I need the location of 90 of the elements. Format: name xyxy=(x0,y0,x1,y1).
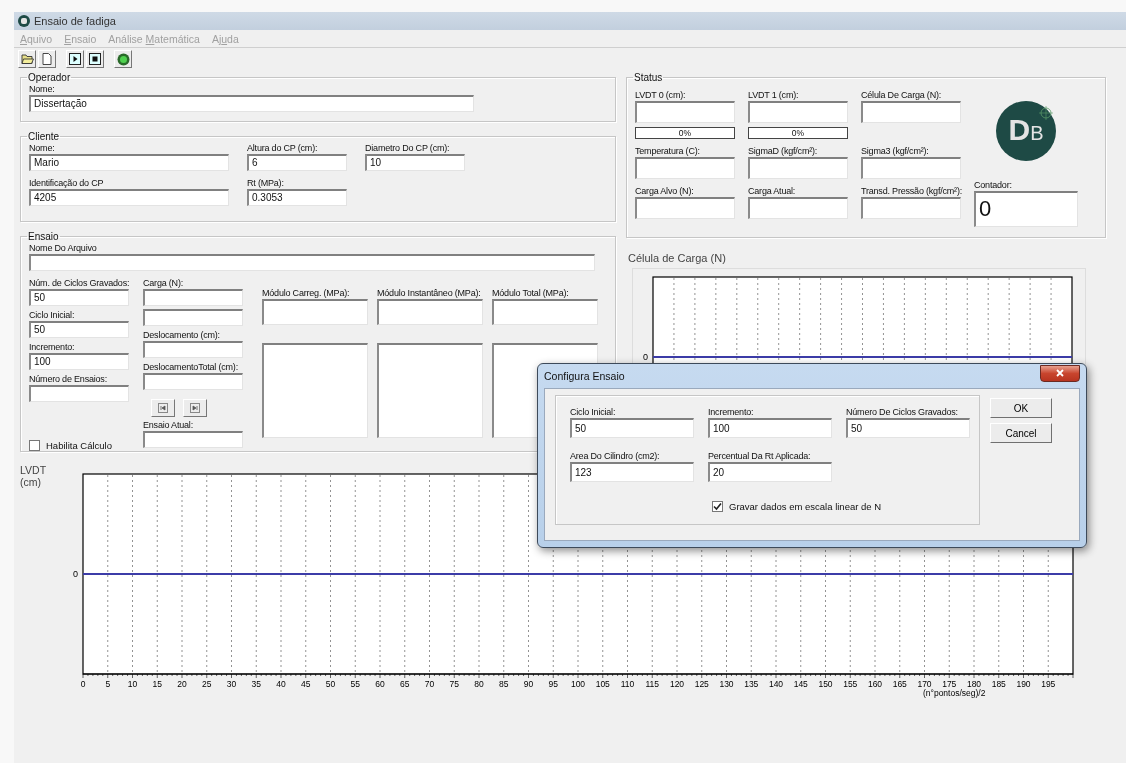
axis-tick-label: 75 xyxy=(449,679,459,689)
field-label: Contador: xyxy=(974,179,1012,191)
axis-tick-label: 150 xyxy=(818,679,833,689)
axis-tick-label: 110 xyxy=(620,679,635,689)
axis-tick-label: 135 xyxy=(744,679,759,689)
axis-tick-label: 40 xyxy=(276,679,286,689)
chart-title: Célula de Carga (N) xyxy=(628,252,727,264)
axis-tick-label: 20 xyxy=(177,679,187,689)
axis-tick-label: 175 xyxy=(942,679,957,689)
axis-tick-label: 0 xyxy=(643,352,648,362)
field-label: Ciclo Inicial: xyxy=(570,406,616,418)
field-label: LVDT 0 (cm): xyxy=(635,89,686,101)
field-label: Rt (MPa): xyxy=(247,177,284,189)
field-label: Altura do CP (cm): xyxy=(247,142,318,154)
axis-tick-label: 15 xyxy=(152,679,162,689)
group-title: Operador xyxy=(27,72,72,83)
field-label: Incremento: xyxy=(29,341,75,353)
progress-reading: 0% xyxy=(677,128,693,138)
field-label: DeslocamentoTotal (cm): xyxy=(143,361,238,373)
axis-tick-label: 65 xyxy=(400,679,410,689)
window-title: Ensaio de fadiga xyxy=(34,15,116,27)
field-label: Carga (N): xyxy=(143,277,183,289)
axis-tick-label: 85 xyxy=(499,679,509,689)
axis-tick-label: 90 xyxy=(523,679,534,689)
axis-tick-label: 35 xyxy=(251,679,261,689)
axis-tick-label: 155 xyxy=(843,679,858,689)
field-label: Area Do Cilindro (cm2): xyxy=(570,450,660,462)
axis-tick-label: 0 xyxy=(73,569,78,579)
group-title: Ensaio xyxy=(27,231,60,242)
field-label: Módulo Total (MPa): xyxy=(492,287,569,299)
group-title: Status xyxy=(633,72,664,83)
field-label: Transd. Pressão (kgf/cm²): xyxy=(861,185,962,197)
field-label: Incremento: xyxy=(708,406,754,418)
field-label: Número de Ensaios: xyxy=(29,373,107,385)
axis-tick-label: 190 xyxy=(1016,679,1031,689)
axis-tick-label: 55 xyxy=(350,679,360,689)
checkbox-label: Gravar dados em escala linear de N xyxy=(729,501,882,512)
axis-title: (n°pontos/seg)/2 xyxy=(922,688,986,698)
axis-tick-label: 160 xyxy=(867,679,883,689)
field-label: Ensaio Atual: xyxy=(143,419,193,431)
field-label: Nome: xyxy=(29,83,55,95)
field-label: Percentual Da Rt Aplicada: xyxy=(708,450,811,462)
axis-tick-label: 105 xyxy=(595,679,610,689)
axis-tick-label: 195 xyxy=(1041,679,1056,689)
field-label: Carga Atual: xyxy=(748,185,796,197)
field-label: Número De Ciclos Gravados: xyxy=(846,406,958,418)
axis-tick-label: 95 xyxy=(548,679,558,689)
axis-tick-label: 80 xyxy=(474,679,484,689)
axis-tick-label: 100 xyxy=(570,679,586,689)
field-label: SigmaD (kgf/cm²): xyxy=(748,145,818,157)
axis-tick-label: 145 xyxy=(793,679,808,689)
axis-tick-label: 180 xyxy=(966,679,982,689)
axis-tick-label: 70 xyxy=(424,679,435,689)
axis-tick-label: 120 xyxy=(669,679,685,689)
dialog-title: Configura Ensaio xyxy=(544,370,625,382)
axis-tick-label: 0 xyxy=(80,679,86,689)
field-label: Identificação do CP xyxy=(29,177,104,189)
field-label: Ciclo Inicial: xyxy=(29,309,75,321)
axis-tick-label: 45 xyxy=(301,679,311,689)
axis-tick-label: 165 xyxy=(892,679,907,689)
axis-tick-label: 170 xyxy=(917,679,932,689)
counter-display: 0 xyxy=(974,191,1078,227)
field-label: Deslocamento (cm): xyxy=(143,329,220,341)
logo: DB xyxy=(996,101,1056,161)
field-label: Carga Alvo (N): xyxy=(635,185,694,197)
field-label: Nome: xyxy=(29,142,55,154)
axis-title: LVDT (cm) xyxy=(20,464,47,490)
field-label: Célula De Carga (N): xyxy=(861,89,942,101)
axis-tick-label: 185 xyxy=(991,679,1006,689)
axis-tick-label: 30 xyxy=(226,679,237,689)
field-label: Módulo Carreg. (MPa): xyxy=(262,287,350,299)
axis-tick-label: 50 xyxy=(325,679,336,689)
axis-tick-label: 25 xyxy=(202,679,212,689)
axis-tick-label: 125 xyxy=(694,679,709,689)
field-label: Nome Do Arquivo xyxy=(29,242,97,254)
axis-tick-label: 60 xyxy=(375,679,385,689)
group-title: Cliente xyxy=(27,131,61,142)
field-label: LVDT 1 (cm): xyxy=(748,89,799,101)
field-label: Módulo Instantâneo (MPa): xyxy=(377,287,481,299)
axis-tick-label: 5 xyxy=(105,679,111,689)
field-label: Diametro Do CP (cm): xyxy=(365,142,450,154)
axis-tick-label: 115 xyxy=(645,679,660,689)
field-label: Sigma3 (kgf/cm²): xyxy=(861,145,929,157)
checkbox-label: Habilita Cálculo xyxy=(46,440,112,451)
axis-tick-label: 10 xyxy=(127,679,138,689)
axis-tick-label: 130 xyxy=(719,679,734,689)
axis-tick-label: 140 xyxy=(768,679,784,689)
progress-reading: 0% xyxy=(790,128,806,138)
field-label: Temperatura (C): xyxy=(635,145,700,157)
field-label: Núm. de Ciclos Gravados: xyxy=(29,277,130,289)
